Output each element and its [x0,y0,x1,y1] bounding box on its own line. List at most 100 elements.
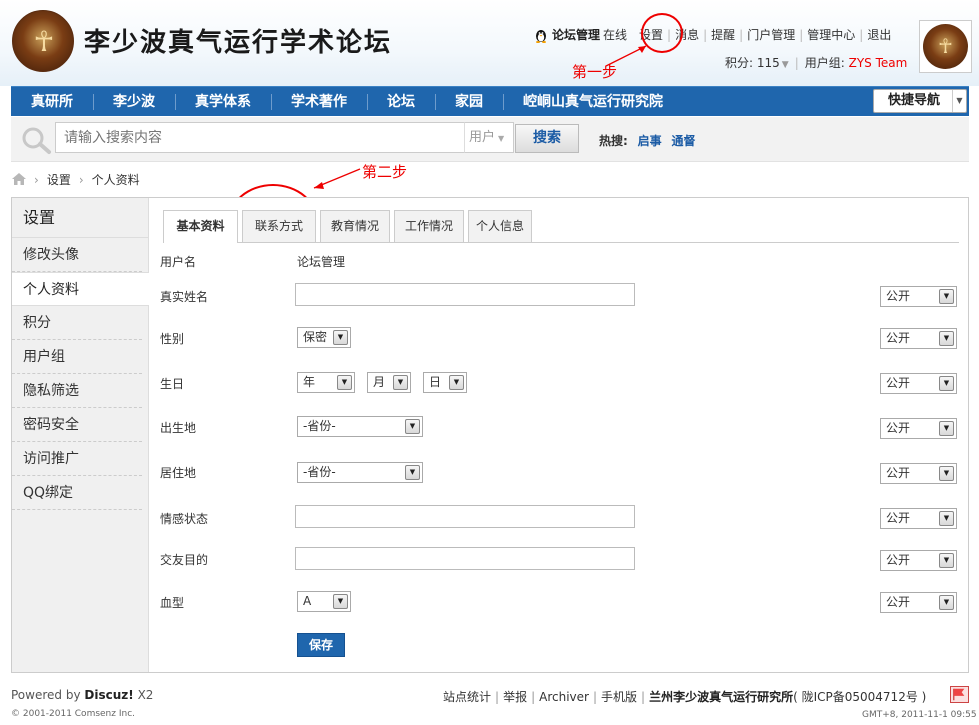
avatar-glyph: ☥ [923,24,968,69]
residence-select[interactable]: -省份- ▼ [297,462,423,483]
separator: | [641,690,646,704]
nav-item-institute[interactable]: 崆峒山真气运行研究院 [503,87,683,117]
purpose-privacy-select[interactable]: 公开 ▼ [880,550,957,571]
residence-value: -省份- [303,465,336,479]
usergroup-label: 用户组: [804,56,845,70]
sidebar-item-privacy[interactable]: 隐私筛选 [12,374,142,408]
residence-privacy-select[interactable]: 公开 ▼ [880,463,957,484]
bloodtype-select[interactable]: A ▼ [297,591,351,612]
emotion-privacy-select[interactable]: 公开 ▼ [880,508,957,529]
privacy-value: 公开 [886,511,911,525]
logout-link[interactable]: 退出 [867,28,891,42]
realname-privacy-select[interactable]: 公开 ▼ [880,286,957,307]
footer-report-link[interactable]: 举报 [503,690,527,704]
site-logo[interactable]: ☥ [12,10,74,72]
site-title[interactable]: 李少波真气运行学术论坛 [84,22,392,59]
sidebar-item-password[interactable]: 密码安全 [12,408,142,442]
save-button[interactable]: 保存 [297,633,345,657]
birth-month-select[interactable]: 月 ▼ [367,372,411,393]
notifications-link[interactable]: 提醒 [711,28,735,42]
birthplace-value: -省份- [303,419,336,433]
portal-admin-link[interactable]: 门户管理 [747,28,795,42]
usergroup-value[interactable]: ZYS Team [849,56,908,70]
main-nav: 真研所 李少波 真学体系 学术著作 论坛 家园 崆峒山真气运行研究院 [11,86,969,116]
nav-item-zhenxue[interactable]: 真学体系 [175,87,271,117]
birthday-privacy-select[interactable]: 公开 ▼ [880,373,957,394]
breadcrumb-settings[interactable]: 设置 [47,173,71,187]
breadcrumb-profile[interactable]: 个人资料 [92,173,140,187]
birth-year-value: 年 [303,375,316,389]
hot-search-term[interactable]: 通督 [671,134,695,148]
purpose-field[interactable] [295,547,635,570]
search-type-select[interactable]: 用户 ▼ [464,122,514,153]
nav-item-forum[interactable]: 论坛 [367,87,435,117]
step2-annotation: 第二步 [362,163,408,181]
gender-label: 性别 [160,332,185,346]
sidebar-item-promotion[interactable]: 访问推广 [12,442,142,476]
gender-value: 保密 [303,330,328,344]
footer-mobile-link[interactable]: 手机版 [601,690,637,704]
bloodtype-label: 血型 [160,596,185,610]
nav-item-works[interactable]: 学术著作 [271,87,367,117]
tab-basic-info[interactable]: 基本资料 [163,210,238,243]
sidebar-item-avatar[interactable]: 修改头像 [12,238,142,272]
avatar[interactable]: ☥ [919,20,972,73]
discuz-link[interactable]: Discuz! [84,688,133,702]
header: ☥ 李少波真气运行学术论坛 论坛管理 在线 设置 | 消息 | 提醒 | 门户管理 | 管理中心 | 退… [0,0,979,86]
emotion-field[interactable] [295,505,635,528]
search-input[interactable] [55,122,475,153]
credits-link[interactable]: 积分: 115 [725,56,780,70]
footer-time: GMT+8, 2011-11-1 09:55 [862,710,977,720]
nav-item-lishaobo[interactable]: 李少波 [93,87,175,117]
footer-icp[interactable]: ( 陇ICP备05004712号 ) [793,690,926,704]
birthday-label: 生日 [160,377,185,391]
username-value: 论坛管理 [297,255,346,269]
separator: | [592,690,598,704]
breadcrumb-separator: › [78,173,84,187]
gender-select[interactable]: 保密 ▼ [297,327,351,348]
tabs-underline [163,242,959,243]
footer-links: 站点统计 | 举报 | Archiver | 手机版 | 兰州李少波真气运行研究所( 陇ICP备… [443,688,926,705]
admin-center-link[interactable]: 管理中心 [807,28,855,42]
sidebar-item-credits[interactable]: 积分 [12,306,142,340]
sidebar-item-usergroup[interactable]: 用户组 [12,340,142,374]
hot-search-term[interactable]: 启事 [638,134,662,148]
birthplace-select[interactable]: -省份- ▼ [297,416,423,437]
nav-item-zhenyansuo[interactable]: 真研所 [11,87,93,117]
sidebar-title: 设置 [12,198,148,238]
report-icon[interactable] [950,686,969,703]
birth-day-select[interactable]: 日 ▼ [423,372,467,393]
tab-work[interactable]: 工作情况 [394,210,464,242]
search-button[interactable]: 搜索 [515,124,579,153]
realname-field[interactable] [295,283,635,306]
privacy-value: 公开 [886,595,911,609]
chevron-down-icon: ▼ [939,553,954,568]
chevron-down-icon: ▼ [939,376,954,391]
tab-personal[interactable]: 个人信息 [468,210,532,242]
chevron-down-icon: ▼ [449,375,464,390]
tab-contact[interactable]: 联系方式 [242,210,316,242]
gender-privacy-select[interactable]: 公开 ▼ [880,328,957,349]
separator: | [859,28,864,42]
footer-archiver-link[interactable]: Archiver [539,690,589,704]
footer-stats-link[interactable]: 站点统计 [443,690,491,704]
birth-year-select[interactable]: 年 ▼ [297,372,355,393]
tab-education[interactable]: 教育情况 [320,210,390,242]
chevron-down-icon[interactable]: ▼ [782,60,789,70]
discuz-version: X2 [137,688,154,702]
privacy-value: 公开 [886,421,911,435]
username-link[interactable]: 论坛管理 [552,28,600,42]
sidebar-item-profile[interactable]: 个人资料 [12,272,149,306]
sidebar-item-qq[interactable]: QQ绑定 [12,476,142,510]
footer-org-link[interactable]: 兰州李少波真气运行研究所 [649,690,793,704]
breadcrumb: › 设置 › 个人资料 [12,171,140,188]
home-icon[interactable] [12,173,26,185]
hot-search-label: 热搜: [599,134,628,148]
bloodtype-privacy-select[interactable]: 公开 ▼ [880,592,957,613]
emotion-label: 情感状态 [160,512,209,526]
quick-nav-button[interactable]: 快捷导航 ▼ [873,89,967,113]
nav-item-home[interactable]: 家园 [435,87,503,117]
separator: | [495,690,500,704]
birthplace-privacy-select[interactable]: 公开 ▼ [880,418,957,439]
privacy-value: 公开 [886,331,911,345]
